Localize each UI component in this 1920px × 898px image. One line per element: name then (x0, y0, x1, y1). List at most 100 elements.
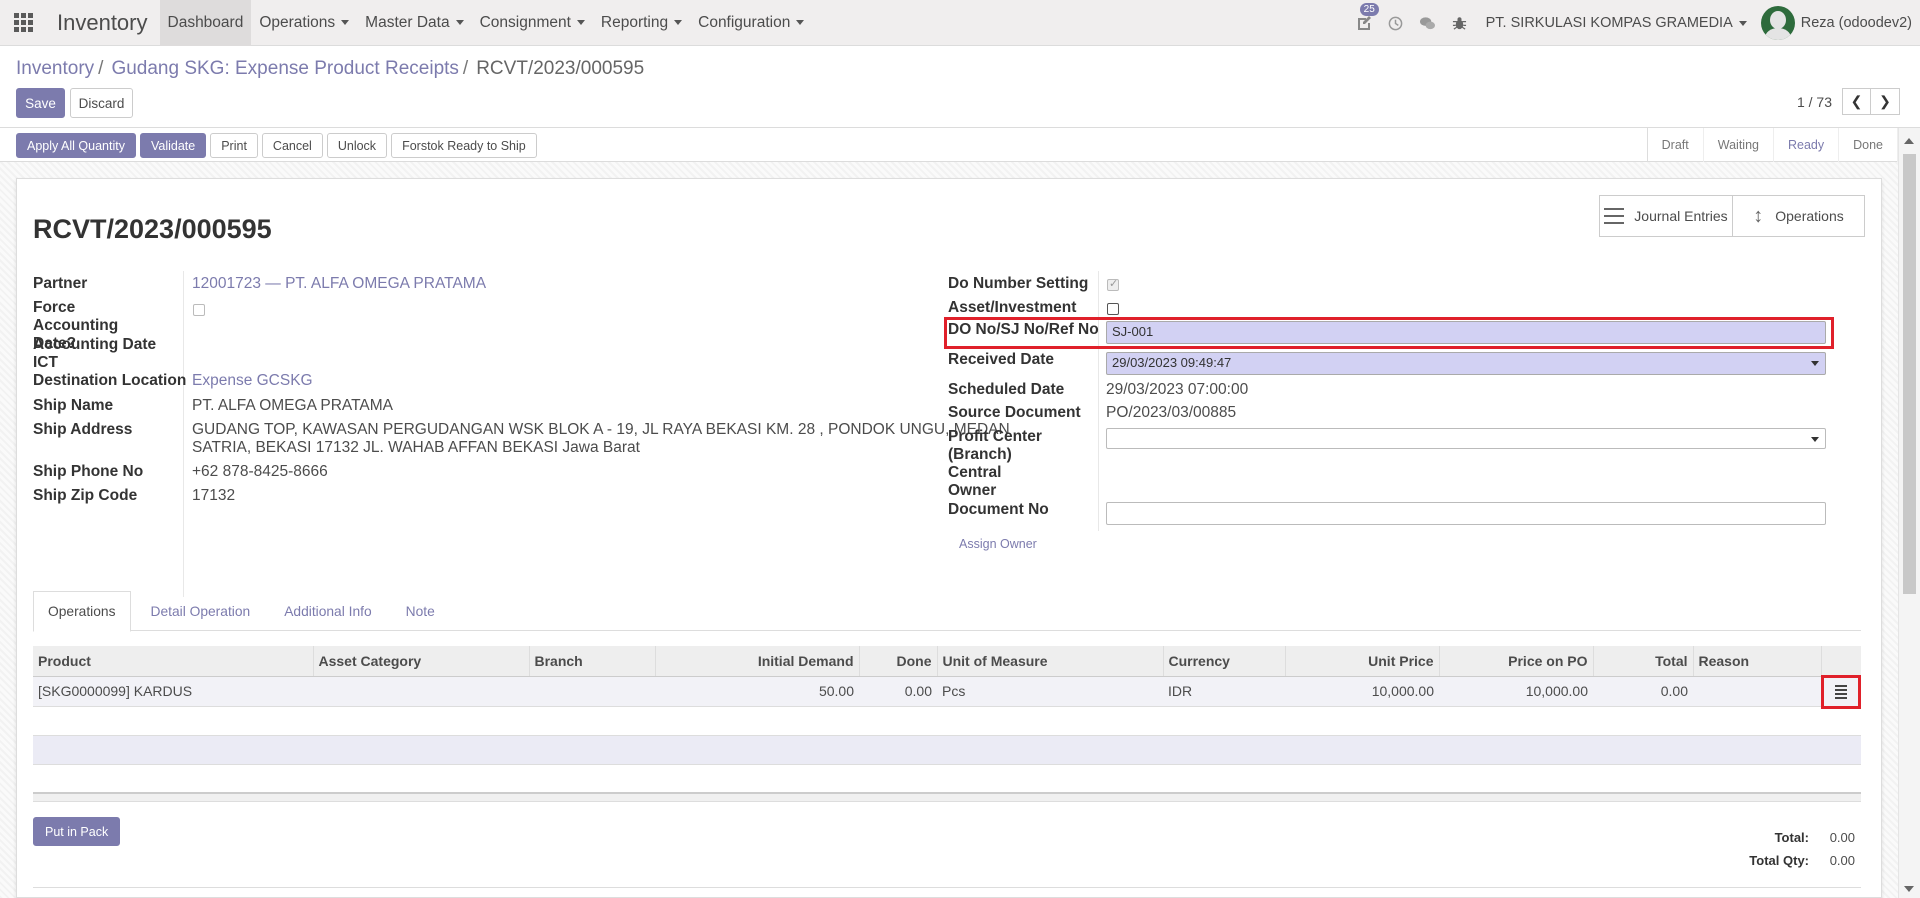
menu-consignment[interactable]: Consignment (472, 0, 593, 46)
apply-all-quantity-button[interactable]: Apply All Quantity (16, 133, 136, 158)
forstok-ready-to-ship-button[interactable]: Forstok Ready to Ship (391, 133, 537, 158)
col-unit-of-measure[interactable]: Unit of Measure (936, 646, 1163, 677)
col-initial-demand[interactable]: Initial Demand (654, 646, 859, 677)
ship-zip-label: Ship Zip Code (33, 487, 138, 504)
destination-location-link[interactable]: Expense GCSKG (192, 372, 313, 389)
received-date-input[interactable]: 29/03/2023 09:49:47 (1106, 352, 1826, 375)
total-qty-value: 0.00 (1829, 853, 1855, 868)
asset-investment-checkbox[interactable] (1107, 303, 1119, 315)
operations-smart-button[interactable]: ↕ Operations (1732, 196, 1864, 236)
menu-master-data[interactable]: Master Data (357, 0, 471, 46)
stage-waiting[interactable]: Waiting (1704, 128, 1774, 162)
chevron-left-icon: ❮ (1850, 93, 1863, 109)
scroll-down-arrow-icon[interactable] (1904, 886, 1914, 892)
menu-reporting[interactable]: Reporting (593, 0, 690, 46)
user-menu[interactable]: Reza (odoodev2) (1801, 15, 1912, 31)
empty-row (33, 764, 1861, 794)
col-product[interactable]: Product (33, 646, 313, 677)
scroll-thumb[interactable] (1903, 154, 1916, 594)
document-no-input[interactable] (1106, 502, 1826, 525)
unlock-button[interactable]: Unlock (326, 133, 388, 158)
clock-icon[interactable] (1380, 0, 1412, 46)
col-done[interactable]: Done (858, 646, 937, 677)
cell-done[interactable]: 0.00 (859, 676, 937, 707)
dropdown-caret-icon (1811, 437, 1819, 442)
col-branch[interactable]: Branch (528, 646, 655, 677)
accounting-date-label: Accounting Date (33, 336, 157, 353)
highlight-box-do-ref (944, 317, 1834, 349)
menu-dashboard[interactable]: Dashboard (159, 0, 252, 46)
col-price-on-po[interactable]: Price on PO (1438, 646, 1593, 677)
table-row[interactable]: [SKG0000099] KARDUS 50.00 0.00 Pcs IDR 1… (33, 674, 1861, 709)
put-in-pack-button[interactable]: Put in Pack (33, 817, 121, 846)
force-accounting-checkbox[interactable] (193, 304, 205, 316)
col-unit-price[interactable]: Unit Price (1284, 646, 1439, 677)
discard-button[interactable]: Discard (70, 88, 133, 118)
action-buttons: Apply All Quantity Validate Print Cancel… (16, 133, 537, 158)
chat-icon[interactable] (1412, 0, 1444, 46)
ship-name-value: PT. ALFA OMEGA PRATAMA (192, 397, 393, 414)
debug-bug-icon[interactable] (1444, 0, 1476, 46)
assign-owner-button[interactable]: Assign Owner (959, 537, 1037, 551)
user-avatar[interactable] (1760, 6, 1795, 40)
profit-center-select[interactable] (1106, 428, 1826, 449)
app-brand[interactable]: Inventory (46, 10, 160, 36)
cell-currency[interactable]: IDR (1163, 676, 1285, 707)
table-footer (33, 792, 1861, 802)
ict-label: ICT (33, 354, 58, 371)
partner-link[interactable]: 12001723 — PT. ALFA OMEGA PRATAMA (192, 275, 486, 292)
menu-configuration[interactable]: Configuration (690, 0, 812, 46)
print-button[interactable]: Print (210, 133, 258, 158)
stage-done[interactable]: Done (1839, 128, 1898, 162)
owner-label: Owner (948, 482, 997, 499)
cell-unit-price[interactable]: 10,000.00 (1285, 676, 1439, 707)
cell-branch[interactable] (529, 676, 655, 707)
cancel-button[interactable]: Cancel (261, 133, 323, 158)
form-statusbar: Apply All Quantity Validate Print Cancel… (0, 128, 1898, 162)
table-header-row: Product Asset Category Branch Initial De… (33, 646, 1861, 677)
notebook-tabs: Operations Detail Operation Additional I… (33, 591, 1861, 632)
stage-draft[interactable]: Draft (1648, 128, 1704, 162)
validate-button[interactable]: Validate (139, 133, 207, 158)
cell-reason[interactable] (1693, 676, 1821, 707)
cell-unit-of-measure[interactable]: Pcs (937, 676, 1163, 707)
pager-previous-button[interactable]: ❮ (1842, 88, 1871, 115)
menu-operations[interactable]: Operations (251, 0, 357, 46)
cell-price-on-po[interactable]: 10,000.00 (1439, 676, 1593, 707)
ship-address-line1: GUDANG TOP, KAWASAN PERGUDANGAN WSK BLOK… (192, 421, 1010, 438)
ship-zip-value: 17132 (192, 487, 236, 504)
cell-product[interactable]: [SKG0000099] KARDUS (33, 676, 313, 707)
apps-menu-icon[interactable] (0, 0, 46, 46)
breadcrumb-expense-receipts[interactable]: Gudang SKG: Expense Product Receipts (111, 58, 458, 80)
pager-value[interactable]: 1 / 73 (1797, 94, 1832, 110)
do-number-setting-label: Do Number Setting (948, 275, 1089, 292)
breadcrumb-inventory[interactable]: Inventory (16, 58, 94, 80)
journal-entries-button[interactable]: Journal Entries (1600, 196, 1732, 236)
scroll-up-arrow-icon[interactable] (1904, 138, 1914, 144)
page-scrollbar[interactable] (1898, 128, 1920, 898)
tab-note[interactable]: Note (392, 591, 449, 631)
caret-down-icon (1738, 20, 1747, 26)
profit-center-label: Profit Center (948, 428, 1042, 445)
cell-asset-category[interactable] (313, 676, 529, 707)
col-asset-category[interactable]: Asset Category (312, 646, 529, 677)
breadcrumb: Inventory / Gudang SKG: Expense Product R… (16, 58, 645, 80)
ship-address-label: Ship Address (33, 421, 133, 438)
caret-down-icon (341, 20, 350, 25)
form-sheet: Journal Entries ↕ Operations RCVT/2023/0… (16, 178, 1882, 898)
cell-initial-demand[interactable]: 50.00 (655, 676, 859, 707)
col-currency[interactable]: Currency (1162, 646, 1285, 677)
journal-entries-label: Journal Entries (1634, 208, 1728, 224)
pager-next-button[interactable]: ❯ (1871, 88, 1900, 115)
company-switcher[interactable]: PT. SIRKULASI KOMPAS GRAMEDIA (1476, 15, 1761, 31)
cell-total[interactable]: 0.00 (1593, 676, 1693, 707)
col-total[interactable]: Total (1592, 646, 1693, 677)
stage-ready[interactable]: Ready (1774, 128, 1840, 162)
save-button[interactable]: Save (16, 88, 65, 118)
activity-icon[interactable]: 25 (1348, 0, 1380, 46)
dropdown-caret-icon (1811, 361, 1819, 366)
tab-operations[interactable]: Operations (33, 591, 131, 632)
col-reason[interactable]: Reason (1692, 646, 1821, 677)
tab-detail-operation[interactable]: Detail Operation (137, 591, 265, 631)
tab-additional-info[interactable]: Additional Info (270, 591, 385, 631)
